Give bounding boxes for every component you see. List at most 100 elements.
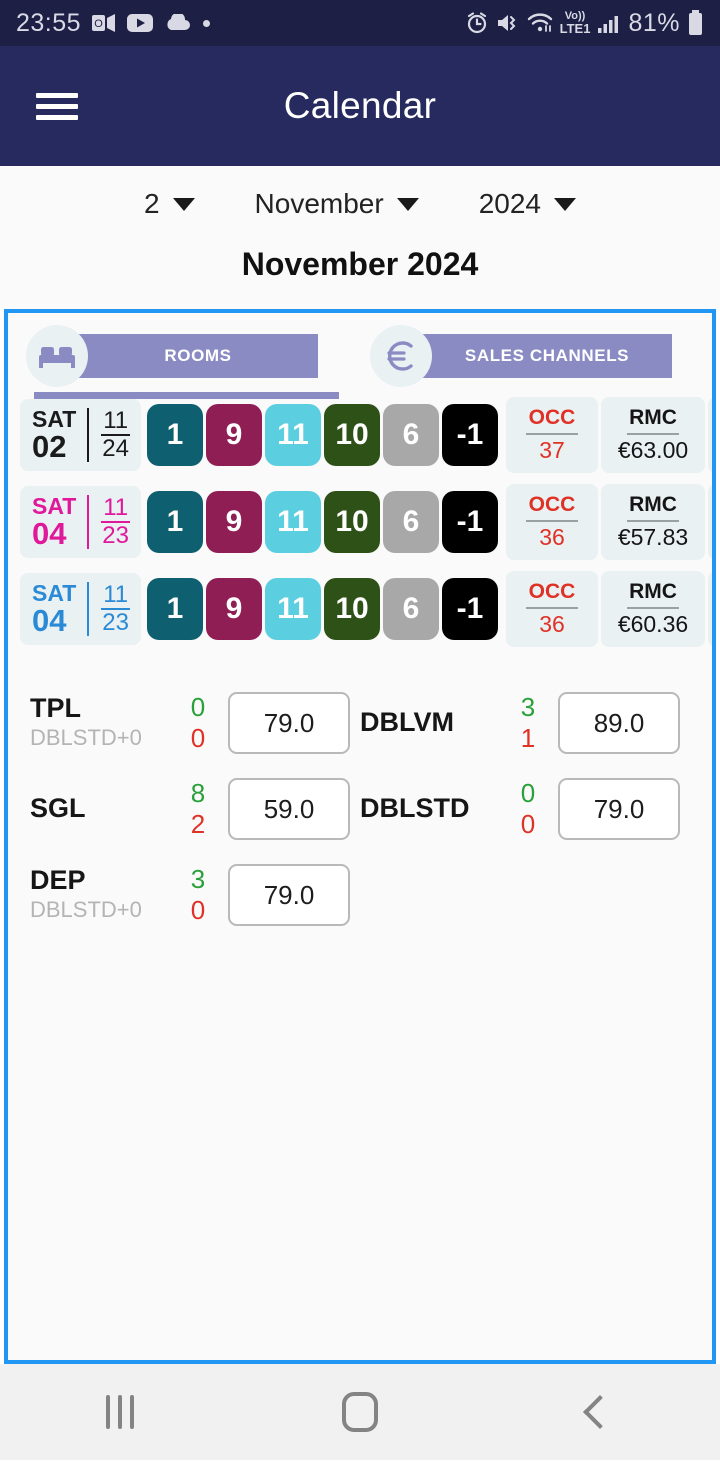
status-badge[interactable]: 9	[206, 578, 262, 640]
rate-input[interactable]: 79.0	[228, 864, 350, 926]
date-cell[interactable]: SAT 04 11 23	[20, 573, 141, 645]
metric-group: OCC 36 RMC €60.36 RPAR €60.36	[503, 571, 712, 647]
date-rows: SAT 02 11 24 1 9 11 10 6 -1 OCC 37 RMC €…	[8, 387, 712, 647]
bed-icon	[26, 325, 88, 387]
rate-value: 79.0	[263, 879, 315, 910]
battery-percent: 81%	[628, 8, 680, 37]
youtube-icon	[127, 13, 154, 33]
status-badge[interactable]: 1	[147, 404, 203, 466]
metric-occ[interactable]: OCC 37	[506, 397, 598, 473]
days-count-value: 2	[143, 188, 160, 219]
volte-label-bottom: LTE1	[559, 21, 591, 36]
date-cell[interactable]: SAT 02 11 24	[20, 399, 141, 471]
date-fraction: 11 23	[87, 581, 131, 637]
days-count-dropdown[interactable]: 2	[114, 188, 225, 220]
date-fraction: 11 24	[87, 407, 131, 463]
status-badge[interactable]: -1	[442, 491, 498, 553]
date-dow: SAT	[32, 492, 77, 519]
room-type-tpl: TPL DBLSTD+0 0 0 79.0	[30, 692, 360, 754]
rate-value: 59.0	[263, 793, 315, 824]
metric-rmc-value: €63.00	[617, 437, 689, 464]
available-count: 0	[520, 778, 536, 809]
status-badge[interactable]: 10	[324, 578, 380, 640]
available-count: 8	[190, 778, 206, 809]
home-button[interactable]	[300, 1392, 420, 1432]
date-dow: SAT	[32, 579, 77, 606]
tab-sales-channels[interactable]: SALES CHANNELS	[370, 325, 672, 387]
volte-icon: Vo)) LTE1	[559, 11, 591, 36]
rate-input[interactable]: 79.0	[228, 692, 350, 754]
date-dow: SAT	[32, 405, 77, 432]
badge-group: 1 9 11 10 6 -1	[147, 578, 501, 640]
status-badge[interactable]: 11	[265, 491, 321, 553]
badge-group: 1 9 11 10 6 -1	[147, 404, 501, 466]
recents-button[interactable]	[60, 1395, 180, 1429]
table-row[interactable]: SAT 04 11 23 1 9 11 10 6 -1 OCC 36 RMC €…	[20, 571, 712, 647]
status-badge[interactable]: 1	[147, 578, 203, 640]
date-cell[interactable]: SAT 04 11 23	[20, 486, 141, 558]
status-badge[interactable]: -1	[442, 404, 498, 466]
outlook-icon: O	[92, 12, 116, 34]
available-count: 3	[520, 692, 536, 723]
rate-input[interactable]: 59.0	[228, 778, 350, 840]
status-badge[interactable]: 10	[324, 491, 380, 553]
status-badge[interactable]: 6	[383, 404, 439, 466]
room-type-name: DBLSTD	[360, 793, 470, 824]
metric-rpar[interactable]: RPAR €64.75	[708, 397, 712, 473]
metric-divider	[627, 433, 679, 436]
rate-input[interactable]: 79.0	[558, 778, 680, 840]
room-type-row: TPL DBLSTD+0 0 0 79.0 DBLVM 3 1 89.0	[30, 692, 690, 754]
table-row[interactable]: SAT 02 11 24 1 9 11 10 6 -1 OCC 37 RMC €…	[20, 397, 712, 473]
room-type-grid: TPL DBLSTD+0 0 0 79.0 DBLVM 3 1 89.0 SGL…	[8, 658, 712, 926]
month-dropdown[interactable]: November	[225, 188, 449, 220]
chevron-down-icon	[172, 197, 195, 211]
metric-group: OCC 36 RMC €57.83 RPAR €57.83	[503, 484, 712, 560]
table-row[interactable]: SAT 04 11 23 1 9 11 10 6 -1 OCC 36 RMC €…	[20, 484, 712, 560]
back-button[interactable]	[540, 1395, 660, 1429]
hamburger-menu-icon[interactable]	[36, 87, 78, 126]
metric-rmc-value: €60.36	[617, 611, 689, 638]
status-badge[interactable]: 11	[265, 578, 321, 640]
calendar-panel: ROOMS SALES CHANNELS SAT 02 11 24 1 9 11…	[4, 309, 716, 1364]
date-selector-bar: 2 November 2024	[0, 166, 720, 220]
room-type-subname: DBLSTD+0	[30, 725, 142, 751]
room-type-dep: DEP DBLSTD+0 3 0 79.0	[30, 864, 360, 926]
date-fraction-numerator: 11	[101, 581, 131, 610]
status-bar: 23:55 O Vo)) LTE1 81%	[0, 0, 720, 46]
metric-occ-value: 36	[539, 611, 565, 638]
metric-rpar[interactable]: RPAR €57.83	[708, 484, 712, 560]
month-value: November	[254, 188, 384, 219]
date-day: 04	[32, 602, 67, 638]
status-badge[interactable]: 10	[324, 404, 380, 466]
year-dropdown[interactable]: 2024	[449, 188, 606, 220]
booked-count: 1	[520, 723, 536, 753]
metric-occ[interactable]: OCC 36	[506, 484, 598, 560]
tab-rooms[interactable]: ROOMS	[26, 325, 339, 399]
metric-rmc[interactable]: RMC €57.83	[601, 484, 705, 560]
tab-rooms-label: ROOMS	[78, 334, 318, 378]
rate-input[interactable]: 89.0	[558, 692, 680, 754]
status-badge[interactable]: 9	[206, 491, 262, 553]
metric-rmc[interactable]: RMC €60.36	[601, 571, 705, 647]
status-badge[interactable]: -1	[442, 578, 498, 640]
room-type-counts: 0 0	[510, 778, 546, 839]
status-badge[interactable]: 11	[265, 404, 321, 466]
date-fraction-denominator: 23	[102, 522, 129, 549]
room-type-name: TPL	[30, 693, 81, 724]
status-badge[interactable]: 1	[147, 491, 203, 553]
metric-divider	[627, 520, 679, 523]
room-type-name: SGL	[30, 793, 86, 824]
metric-rpar[interactable]: RPAR €60.36	[708, 571, 712, 647]
status-badge[interactable]: 9	[206, 404, 262, 466]
status-badge[interactable]: 6	[383, 491, 439, 553]
date-day: 02	[32, 428, 67, 464]
tab-sales-channels-label: SALES CHANNELS	[422, 334, 672, 378]
room-type-row: SGL 8 2 59.0 DBLSTD 0 0 79.0	[30, 778, 690, 840]
metric-rmc[interactable]: RMC €63.00	[601, 397, 705, 473]
status-badge[interactable]: 6	[383, 578, 439, 640]
metric-occ[interactable]: OCC 36	[506, 571, 598, 647]
available-count: 0	[190, 692, 206, 723]
date-cell-left: SAT 02	[32, 407, 76, 464]
year-value: 2024	[478, 188, 542, 219]
metric-divider	[627, 607, 679, 610]
